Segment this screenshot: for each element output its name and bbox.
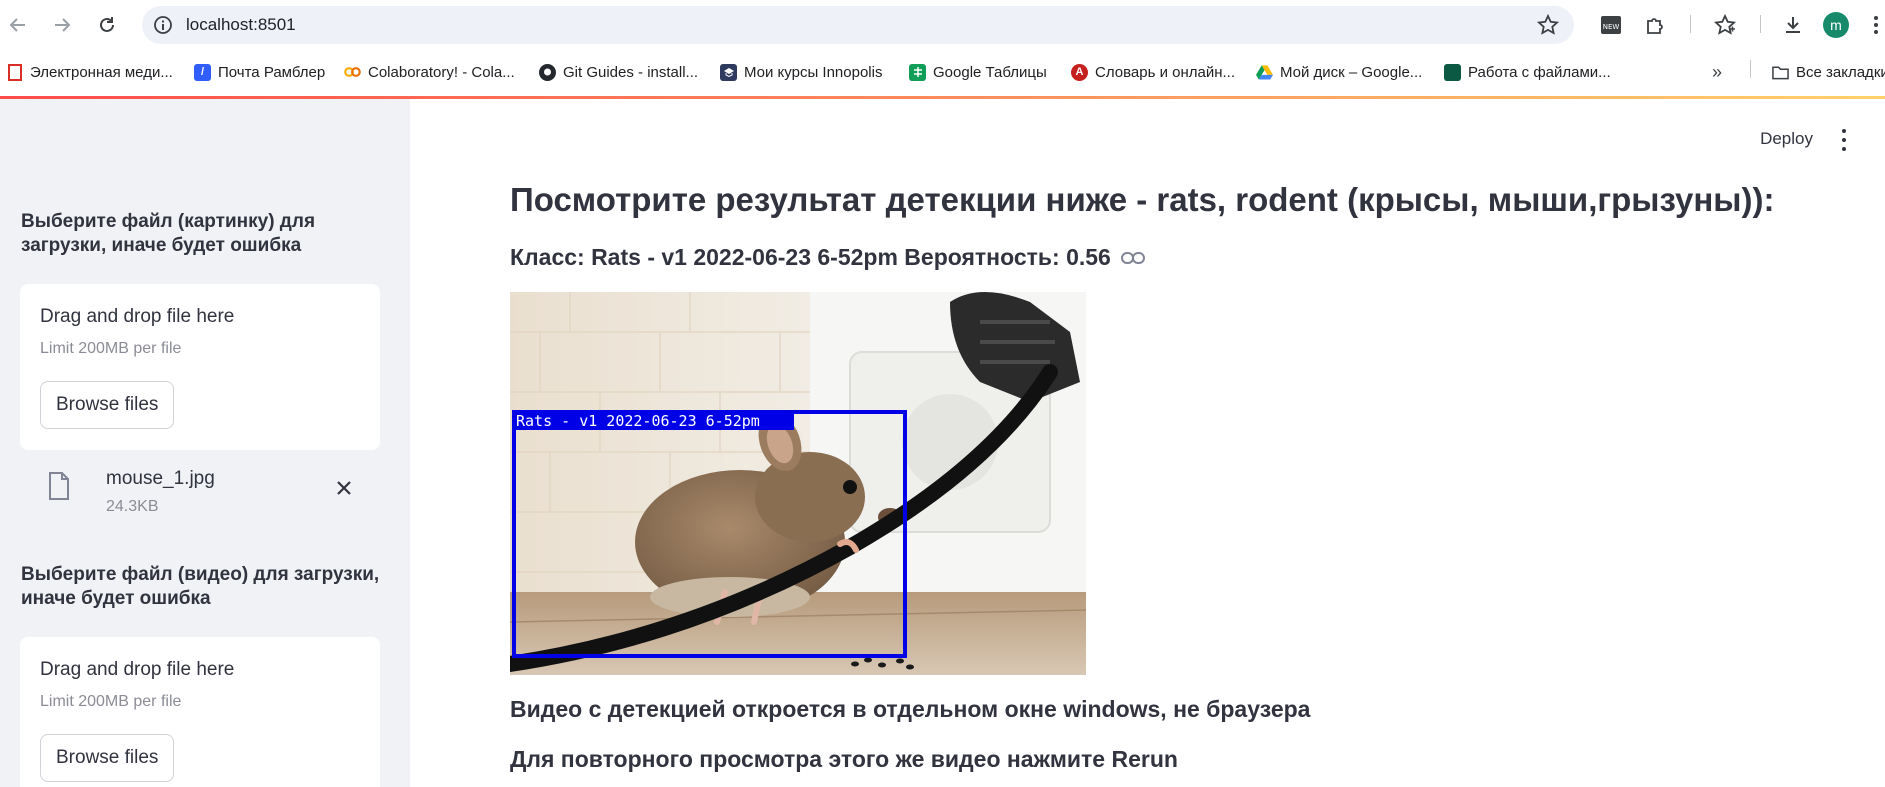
folder-icon [1772, 64, 1789, 81]
profile-avatar[interactable]: m [1823, 12, 1849, 38]
bookmark-star-icon[interactable] [1536, 13, 1560, 42]
bookmark-label: Colaboratory! - Cola... [368, 63, 515, 81]
detection-result-image: Rats - v1 2022-06-23 6-52pm [510, 292, 1086, 675]
bookmark-label: Все закладки [1796, 63, 1885, 81]
svg-text:NEW: NEW [1603, 23, 1620, 31]
extensions-puzzle-icon[interactable] [1640, 10, 1670, 40]
uploaded-file-size: 24.3KB [106, 498, 159, 515]
page-title: Посмотрите результат детекции ниже - rat… [510, 181, 1775, 218]
image-file-uploader[interactable]: Drag and drop file here Limit 200MB per … [20, 284, 380, 450]
bookmark-label: Google Таблицы [933, 63, 1047, 81]
video-upload-label: Выберите файл (видео) для загрузки, инач… [21, 564, 380, 609]
bookmarks-divider [1750, 60, 1751, 78]
file-limit-text: Limit 200MB per file [40, 340, 182, 357]
bookmark-item[interactable]: Электронная меди... [6, 60, 173, 84]
arrow-left-icon [9, 18, 25, 32]
detection-result-heading: Класс: Rats - v1 2022-06-23 6-52pm Вероя… [510, 244, 1145, 271]
toolbar-divider [1760, 15, 1761, 33]
download-icon[interactable] [1778, 10, 1808, 40]
more-bookmarks-button[interactable]: » [1712, 60, 1722, 84]
bookmark-item[interactable]: / Почта Рамблер [194, 60, 325, 84]
dictionary-icon: A [1071, 63, 1088, 81]
forward-button[interactable] [47, 10, 77, 40]
bookmark-item[interactable]: Git Guides - install... [539, 60, 698, 84]
new-extension-icon[interactable]: NEW [1596, 10, 1626, 40]
bookmark-label: Мой диск – Google... [1280, 63, 1423, 81]
colab-icon [344, 64, 361, 81]
bookmark-label: Электронная меди... [30, 63, 173, 81]
uploaded-file-row: mouse_1.jpg 24.3KB [20, 454, 380, 524]
anchor-link-icon[interactable] [1120, 244, 1145, 271]
image-upload-label: Выберите файл (картинку) для загрузки, и… [21, 211, 316, 256]
bookmark-item[interactable]: A Словарь и онлайн... [1071, 60, 1235, 84]
rerun-note: Для повторного просмотра этого же видео … [510, 746, 1178, 772]
bookmark-label: Почта Рамблер [218, 63, 326, 81]
bookmark-item[interactable]: Работа с файлами... [1444, 60, 1611, 84]
files-icon [1444, 63, 1461, 81]
innopolis-icon [720, 63, 737, 81]
browse-files-button[interactable]: Browse files [40, 734, 175, 782]
video-file-uploader[interactable]: Drag and drop file here Limit 200MB per … [20, 637, 380, 787]
bookmark-item[interactable]: Мой диск – Google... [1256, 60, 1422, 84]
sidebar: Выберите файл (картинку) для загрузки, и… [0, 99, 410, 787]
drag-drop-text: Drag and drop file here [40, 659, 235, 680]
chevron-double-right-icon: » [1712, 61, 1723, 82]
bookmark-label: Мои курсы Innopolis [744, 63, 883, 81]
bookmark-label: Работа с файлами... [1468, 63, 1611, 81]
rambler-icon: / [194, 63, 211, 81]
drag-drop-text: Drag and drop file here [40, 306, 235, 327]
reload-button[interactable] [92, 10, 122, 40]
reading-list-star-icon[interactable] [1710, 10, 1740, 40]
video-note: Видео с детекцией откроется в отдельном … [510, 696, 1311, 722]
site-info-icon[interactable] [153, 15, 173, 40]
uploaded-file-name: mouse_1.jpg [106, 468, 215, 489]
bookmark-red-icon [6, 63, 23, 81]
remove-file-close-icon[interactable] [336, 480, 352, 501]
drive-icon [1256, 64, 1273, 81]
bookmark-item[interactable]: Google Таблицы [909, 60, 1047, 84]
detection-result-text: Класс: Rats - v1 2022-06-23 6-52pm Вероя… [510, 244, 1111, 270]
app-menu-icon[interactable] [1841, 129, 1847, 151]
address-bar[interactable]: localhost:8501 [142, 6, 1574, 44]
arrow-right-icon [55, 18, 71, 32]
bookmarks-bar: Электронная меди... / Почта Рамблер Cola… [0, 54, 1885, 90]
deploy-button[interactable]: Deploy [1760, 129, 1813, 149]
sheets-icon [909, 63, 926, 81]
browser-toolbar: localhost:8501 NEW m [0, 0, 1885, 50]
browser-menu-icon[interactable] [1866, 10, 1885, 40]
detection-box-label: Rats - v1 2022-06-23 6-52pm [516, 412, 760, 430]
bookmark-item[interactable]: Colaboratory! - Cola... [344, 60, 515, 84]
url-text: localhost:8501 [186, 15, 296, 34]
bookmark-label: Словарь и онлайн... [1095, 63, 1235, 81]
toolbar-divider [1690, 15, 1691, 33]
reload-icon [100, 17, 114, 32]
main-content: Deploy Посмотрите результат детекции ниж… [410, 99, 1885, 787]
bookmark-item[interactable]: Мои курсы Innopolis [720, 60, 882, 84]
browse-files-button[interactable]: Browse files [40, 381, 175, 429]
github-icon [539, 63, 556, 81]
all-bookmarks-folder[interactable]: Все закладки [1772, 60, 1885, 84]
bookmark-label: Git Guides - install... [563, 63, 699, 81]
file-icon [48, 472, 70, 505]
back-button[interactable] [3, 10, 33, 40]
file-limit-text: Limit 200MB per file [40, 693, 182, 710]
